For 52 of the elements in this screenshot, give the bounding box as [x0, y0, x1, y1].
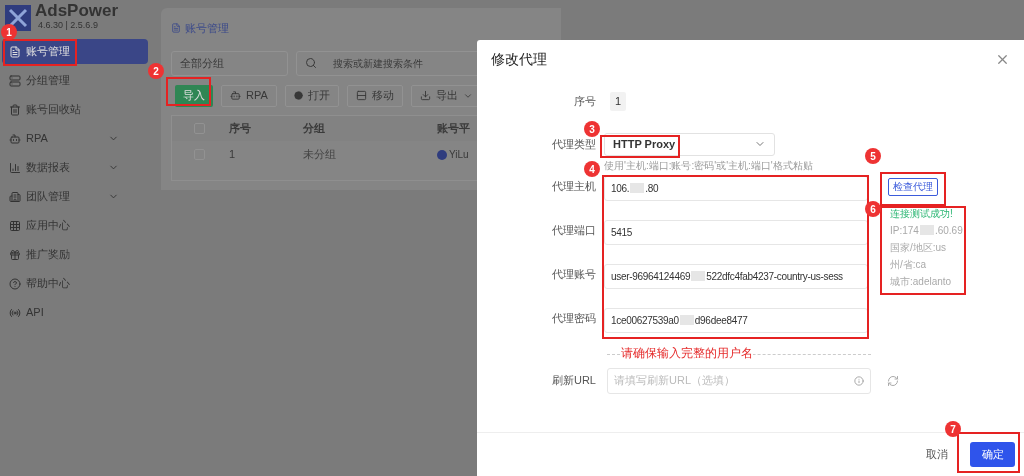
sidebar-item[interactable]: 账号管理	[2, 39, 148, 64]
result-line: IP:174 .60.69	[890, 223, 963, 238]
toolbar-button[interactable]: 移动	[346, 84, 403, 107]
sidebar-item[interactable]: 帮助中心	[2, 271, 148, 296]
index-value: 1	[610, 92, 627, 111]
group-select[interactable]: 全部分组	[171, 50, 288, 76]
proxy-type-select[interactable]: HTTP Proxy	[604, 132, 775, 156]
refresh-url-field[interactable]: 请填写刷新URL（选填）	[607, 367, 871, 394]
field-value: 106. .80	[611, 181, 659, 196]
field-label: 代理账号	[551, 266, 597, 282]
tab-title[interactable]: 账号管理	[185, 20, 229, 37]
sidebar-item[interactable]: API	[2, 300, 148, 325]
column-header[interactable]: 分组	[303, 119, 437, 137]
table-cell-text: 未分组	[303, 147, 337, 163]
test-success-text: 连接测试成功!	[890, 206, 954, 221]
field-label: 代理密码	[551, 310, 597, 326]
field-value: user-96964124469 522dfc4fab4237-country-us-sess	[611, 269, 843, 284]
sidebar-item[interactable]: 分组管理	[2, 68, 148, 93]
field-label: 刷新URL	[551, 373, 597, 389]
check-proxy-button[interactable]: 检查代理	[888, 177, 938, 196]
field-value: 5415	[611, 225, 633, 240]
table-cell-text: YiLu	[449, 148, 469, 162]
table-cell-text: 1	[229, 147, 237, 163]
field-label: 代理主机	[551, 178, 597, 194]
toolbar-button[interactable]: RPA	[221, 84, 277, 107]
app-version: 4.6.30 | 2.5.6.9	[38, 21, 99, 30]
input-field[interactable]: 1ce00627539a0 d96dee8477	[604, 307, 868, 333]
column-header[interactable]: 账号平	[437, 119, 470, 137]
confirm-button[interactable]: 确定	[970, 442, 1015, 467]
result-line: 国家/地区:us	[890, 240, 948, 255]
toolbar-button[interactable]: 打开	[284, 84, 339, 107]
cancel-button[interactable]: 取消	[926, 446, 948, 463]
sidebar-item[interactable]: 团队管理	[2, 184, 148, 209]
result-line: 城市:adelanto	[890, 274, 953, 289]
sidebar-item[interactable]: 应用中心	[2, 213, 148, 238]
input-field[interactable]: user-96964124469 522dfc4fab4237-country-us-sess	[604, 263, 868, 289]
format-hint: 使用'主机:端口:账号:密码'或'主机:端口'格式粘贴	[604, 158, 814, 173]
field-label: 代理类型	[551, 136, 597, 152]
sidebar-item[interactable]: 推广奖励	[2, 242, 148, 267]
sidebar-item[interactable]: 数据报表	[2, 155, 148, 180]
step-badge: 2	[148, 63, 164, 79]
input-field[interactable]: 5415	[604, 219, 868, 245]
sidebar-item[interactable]: RPA	[2, 126, 148, 151]
column-header[interactable]: 序号	[229, 119, 303, 137]
result-line: 州/省:ca	[890, 257, 928, 272]
field-label: 代理端口	[551, 222, 597, 238]
step-badge: 1	[1, 24, 17, 40]
field-value: 1ce00627539a0 d96dee8477	[611, 313, 748, 328]
app-name: AdsPower	[35, 2, 119, 19]
dialog-title: 修改代理	[491, 49, 547, 69]
field-label: 序号	[573, 94, 597, 109]
warning-note: 请确保输入完整的用户名	[621, 343, 753, 362]
